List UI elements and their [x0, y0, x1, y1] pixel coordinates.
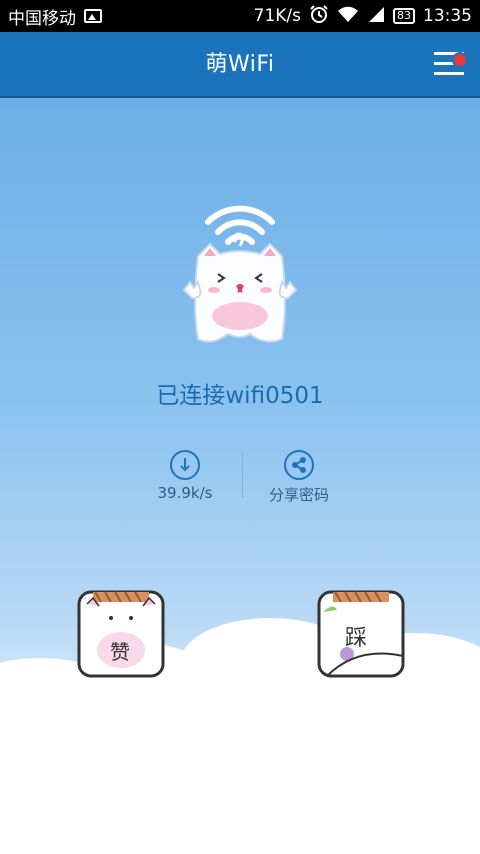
notification-dot: [452, 52, 468, 68]
status-bar: 中国移动 71K/s 83 13:35: [0, 0, 480, 32]
share-password-button[interactable]: 分享密码: [264, 450, 334, 505]
like-card-button[interactable]: 赞: [77, 590, 165, 678]
battery-icon: 83: [393, 8, 415, 24]
like-label: 赞: [110, 640, 130, 664]
wifi-signal-icon: [337, 5, 359, 28]
stomp-label: 踩: [345, 626, 368, 651]
alarm-icon: [309, 4, 329, 29]
status-bar-right: 71K/s 83 13:35: [254, 4, 472, 29]
menu-button[interactable]: [434, 50, 468, 78]
share-icon: [284, 450, 314, 480]
speed-indicator[interactable]: 39.9k/s: [150, 450, 220, 502]
clock: 13:35: [423, 6, 472, 26]
cell-signal-icon: [367, 6, 385, 27]
action-divider: [242, 452, 243, 498]
stomp-card-button[interactable]: 踩: [317, 590, 405, 678]
carrier-name: 中国移动: [8, 8, 76, 29]
main-area: 已连接wifi0501 39.9k/s 分享密码 赞 踩: [0, 98, 480, 854]
speed-gauge-icon: [170, 450, 200, 480]
cat-mascot-wifi-icon[interactable]: [170, 194, 310, 364]
bottom-area: [0, 678, 480, 854]
speed-value: 39.9k/s: [157, 484, 213, 502]
app-title: 萌WiFi: [205, 52, 275, 77]
app-bar: 萌WiFi: [0, 32, 480, 98]
share-label: 分享密码: [268, 486, 329, 504]
network-speed: 71K/s: [253, 6, 301, 26]
connection-status: 已连接wifi0501: [156, 383, 324, 409]
image-notification-icon: [84, 9, 102, 23]
status-bar-left: 中国移动: [8, 4, 102, 29]
